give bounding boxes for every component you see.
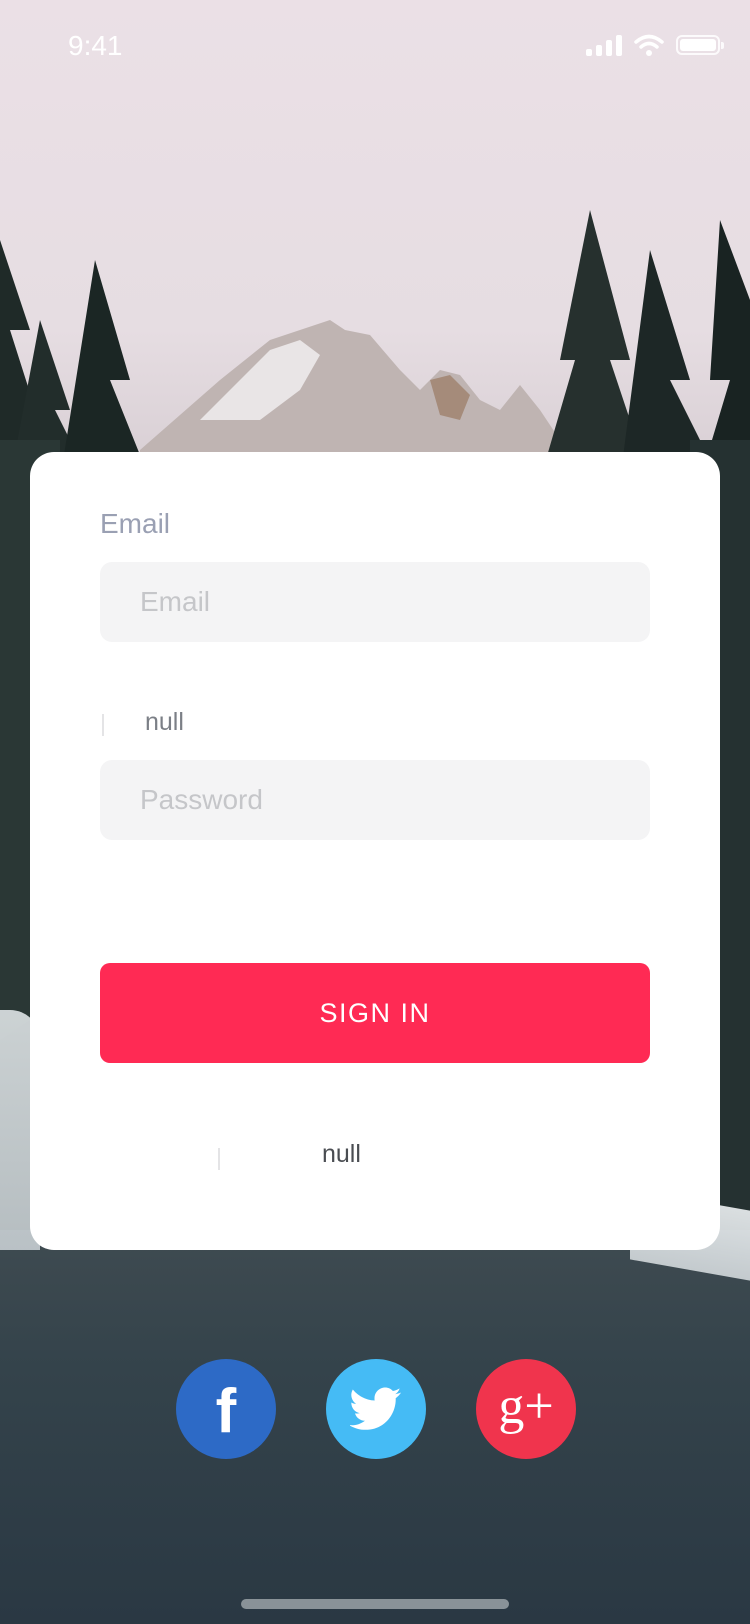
battery-icon (676, 35, 724, 55)
background-mountains (0, 210, 750, 480)
home-indicator (241, 1599, 509, 1609)
password-field[interactable] (100, 760, 650, 840)
password-label-tick (102, 714, 104, 736)
status-icons (586, 34, 724, 56)
email-field[interactable] (100, 562, 650, 642)
email-label: Email (100, 508, 171, 539)
password-input[interactable] (138, 783, 612, 817)
facebook-button[interactable]: f (176, 1359, 276, 1459)
login-card: Email null SIGN IN null (30, 452, 720, 1250)
sign-in-button[interactable]: SIGN IN (100, 963, 650, 1063)
google-plus-icon: g+ (498, 1378, 554, 1435)
email-input[interactable] (138, 585, 612, 619)
twitter-button[interactable] (326, 1359, 426, 1459)
facebook-icon: f (215, 1377, 237, 1446)
wifi-icon (634, 34, 664, 56)
signal-icon (586, 34, 622, 56)
password-label: null (145, 708, 184, 736)
footer-text: null (322, 1140, 361, 1168)
twitter-icon (350, 1387, 402, 1430)
google-plus-button[interactable]: g+ (476, 1359, 576, 1459)
footer-tick (218, 1148, 220, 1170)
status-bar: 9:41 (0, 0, 750, 96)
login-screen: 9:41 Email null SIGN IN null f (0, 0, 750, 1624)
status-time: 9:41 (68, 30, 123, 61)
